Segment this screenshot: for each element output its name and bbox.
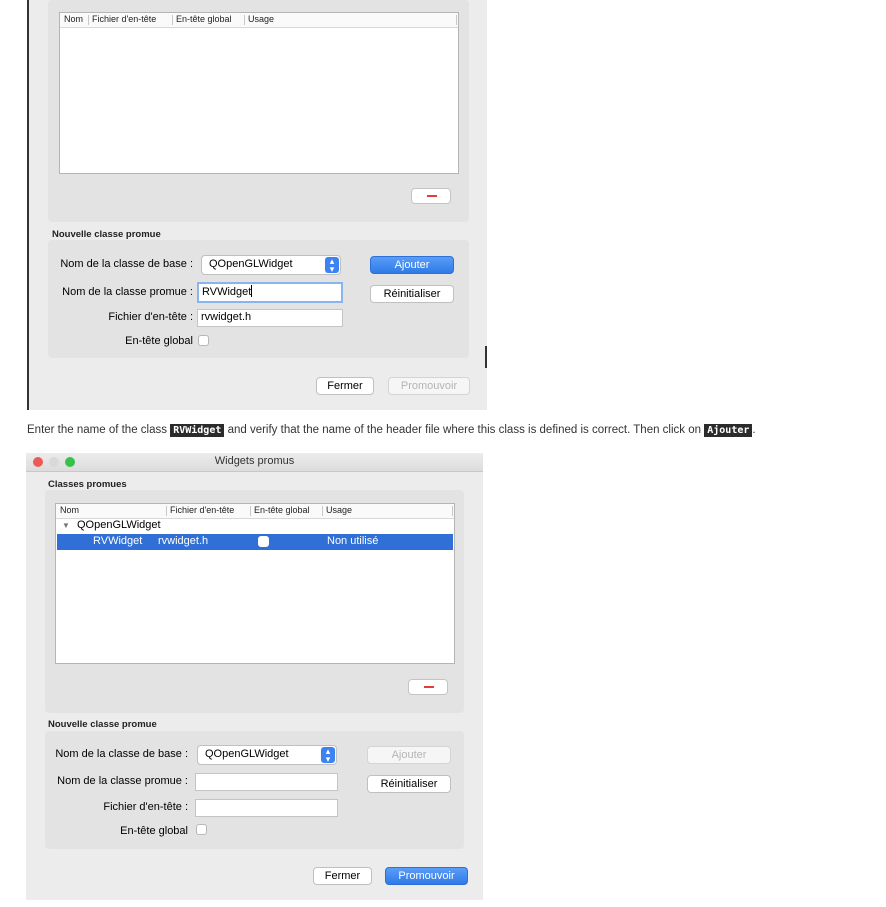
reset-button[interactable]: Réinitialiser (370, 285, 454, 303)
cell-name: RVWidget (93, 535, 143, 547)
window-edge (485, 346, 487, 368)
promoted-class-input[interactable]: RVWidget (197, 282, 343, 303)
column-header-usage[interactable]: Usage (326, 505, 352, 515)
updown-chevron-icon: ▴ ▾ (325, 257, 339, 274)
disclosure-triangle-icon[interactable]: ▼ (62, 521, 70, 530)
promoted-class-label: Nom de la classe promue : (62, 286, 193, 298)
caption-text-2: and verify that the name of the header f… (227, 424, 702, 436)
column-header-name[interactable]: Nom (60, 505, 79, 515)
new-class-panel: Nom de la classe de base : QOpenGLWidget… (48, 240, 469, 358)
base-class-select[interactable]: QOpenGLWidget ▴ ▾ (201, 255, 341, 275)
global-header-label: En-tête global (125, 335, 193, 347)
dialog-promoted-widgets-2: Widgets promus Classes promues Nom Fichi… (26, 453, 483, 900)
cell-usage: Non utilisé (327, 535, 379, 547)
global-header-label: En-tête global (120, 825, 188, 837)
minus-icon (424, 686, 434, 688)
caption-text-1: Enter the name of the class (27, 424, 167, 436)
remove-button[interactable] (408, 679, 448, 695)
section-new-promoted-class: Nouvelle classe promue (48, 719, 157, 730)
cell-header-file: rvwidget.h (158, 535, 209, 547)
base-class-label: Nom de la classe de base : (55, 748, 188, 760)
tree-parent-label: QOpenGLWidget (77, 519, 161, 531)
reset-button[interactable]: Réinitialiser (367, 775, 451, 793)
base-class-value: QOpenGLWidget (205, 748, 289, 760)
promoted-classes-panel: Nom Fichier d'en-tête En-tête global Usa… (48, 0, 469, 222)
header-file-input[interactable] (195, 799, 338, 817)
table-header: Nom Fichier d'en-tête En-tête global Usa… (56, 504, 454, 519)
header-file-label: Fichier d'en-tête : (103, 801, 188, 813)
promoted-classes-table: Nom Fichier d'en-tête En-tête global Usa… (59, 12, 459, 174)
code-add-button: Ajouter (704, 424, 753, 437)
tree-row-parent[interactable]: ▼ QOpenGLWidget (57, 519, 453, 534)
section-promoted-classes: Classes promues (48, 479, 127, 490)
column-header-header-file[interactable]: Fichier d'en-tête (170, 505, 234, 515)
minus-icon (427, 195, 437, 197)
window-title: Widgets promus (214, 455, 295, 467)
promote-button[interactable]: Promouvoir (388, 377, 470, 395)
header-file-value: rvwidget.h (201, 311, 252, 323)
promoted-class-input[interactable] (195, 773, 338, 791)
global-header-checkbox[interactable] (198, 335, 209, 346)
caption-text-3: . (752, 424, 756, 436)
code-class-name: RVWidget (170, 424, 225, 437)
title-bar: Widgets promus (26, 453, 483, 472)
dialog-promoted-widgets-1: Nom Fichier d'en-tête En-tête global Usa… (27, 0, 487, 410)
close-button[interactable]: Fermer (313, 867, 372, 885)
column-header-global-header[interactable]: En-tête global (176, 14, 232, 24)
column-header-header-file[interactable]: Fichier d'en-tête (92, 14, 156, 24)
section-new-promoted-class: Nouvelle classe promue (52, 229, 161, 240)
table-header: Nom Fichier d'en-tête En-tête global Usa… (60, 13, 458, 28)
promote-button[interactable]: Promouvoir (385, 867, 468, 885)
add-button[interactable]: Ajouter (370, 256, 454, 274)
global-header-checkbox[interactable] (196, 824, 207, 835)
header-file-label: Fichier d'en-tête : (108, 311, 193, 323)
tree-row-selected[interactable]: RVWidget rvwidget.h Non utilisé (57, 534, 453, 550)
promoted-class-value: RVWidget (202, 286, 252, 298)
base-class-select[interactable]: QOpenGLWidget ▴ ▾ (197, 745, 337, 765)
new-class-panel: Nom de la classe de base : QOpenGLWidget… (45, 731, 464, 849)
updown-chevron-icon: ▴ ▾ (321, 747, 335, 764)
add-button[interactable]: Ajouter (367, 746, 451, 764)
instruction-caption: Enter the name of the class RVWidget and… (27, 424, 756, 437)
remove-button[interactable] (411, 188, 451, 204)
promoted-classes-table: Nom Fichier d'en-tête En-tête global Usa… (55, 503, 455, 664)
base-class-value: QOpenGLWidget (209, 258, 293, 270)
promoted-class-label: Nom de la classe promue : (57, 775, 188, 787)
column-header-name[interactable]: Nom (64, 14, 83, 24)
cell-global-header-checkbox[interactable] (258, 536, 269, 547)
base-class-label: Nom de la classe de base : (60, 258, 193, 270)
promoted-classes-panel: Nom Fichier d'en-tête En-tête global Usa… (45, 490, 464, 713)
column-header-usage[interactable]: Usage (248, 14, 274, 24)
header-file-input[interactable]: rvwidget.h (197, 309, 343, 327)
column-header-global-header[interactable]: En-tête global (254, 505, 310, 515)
close-button[interactable]: Fermer (316, 377, 374, 395)
